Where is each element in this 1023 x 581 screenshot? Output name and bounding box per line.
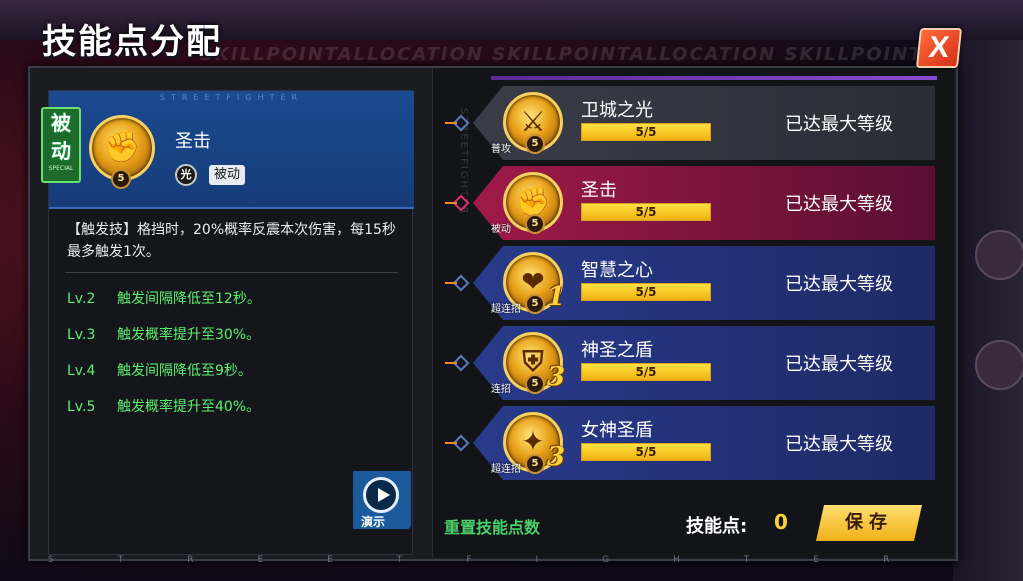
level-effect-item: Lv.4 触发间隔降低至9秒。: [67, 359, 397, 395]
progress-text: 5/5: [635, 285, 657, 299]
skill-kind-label: 超连招: [491, 464, 521, 475]
skill-row[interactable]: ✦ 5 3 超连招 女神圣盾 5/5 已达最大等级: [445, 406, 935, 480]
level-label: Lv.2: [67, 291, 96, 307]
header-strip-text: STREETFIGHTER: [159, 93, 304, 102]
skill-progress-bar: 5/5: [581, 283, 711, 301]
game-screen: 技能点分配 SKILLPOINTALLOCATION SKILLPOINTALL…: [0, 0, 1023, 581]
level-label: Lv.3: [67, 327, 96, 343]
skill-kind-label: 超连招: [491, 304, 521, 315]
skill-kind-label: 普攻: [491, 144, 511, 155]
skill-kind-label: 被动: [491, 224, 511, 235]
skill-status: 已达最大等级: [785, 114, 893, 135]
skill-list-panel: STREETFIGHTER ⚔ 5 普攻 卫城之光 5/5 已达最大等级 ✊ 5…: [432, 68, 954, 558]
passive-tag-sub: SPECIAL: [48, 165, 74, 172]
skill-status: 已达最大等级: [785, 274, 893, 295]
skill-type-badge: 被动: [209, 165, 246, 185]
divider: [65, 272, 398, 273]
skill-points-label: 技能点:: [686, 516, 748, 537]
skill-level-badge: 5: [525, 214, 545, 234]
level-effect-item: Lv.2 触发间隔降低至12秒。: [67, 287, 397, 323]
skill-level-badge: 5: [525, 134, 545, 154]
page-title: 技能点分配: [42, 22, 222, 62]
skill-level-badge: 5: [525, 374, 545, 394]
skill-row[interactable]: ⚔ 5 普攻 卫城之光 5/5 已达最大等级: [445, 86, 935, 160]
skill-row[interactable]: ⛨ 5 3 连招 神圣之盾 5/5 已达最大等级: [445, 326, 935, 400]
level-effect-text: 触发概率提升至40%。: [117, 399, 261, 415]
skill-progress-bar: 5/5: [581, 203, 711, 221]
close-button[interactable]: X: [915, 28, 963, 68]
passive-tag: 被动 SPECIAL: [41, 107, 81, 183]
background-avatar: [975, 340, 1023, 390]
skill-level-badge: 5: [525, 294, 545, 314]
light-element-icon: 光: [175, 164, 197, 186]
combo-number: 1: [547, 282, 566, 312]
level-effect-text: 触发间隔降低至9秒。: [117, 363, 252, 379]
level-effect-item: Lv.3 触发概率提升至30%。: [67, 323, 397, 359]
skill-name: 神圣之盾: [581, 340, 653, 361]
row-tick: [445, 442, 457, 444]
combo-number: 3: [547, 362, 566, 392]
row-tick: [445, 122, 457, 124]
skill-progress-bar: 5/5: [581, 443, 711, 461]
skill-status: 已达最大等级: [785, 434, 893, 455]
play-icon: [363, 477, 399, 513]
skill-points-value: 0: [774, 510, 788, 534]
progress-text: 5/5: [635, 445, 657, 459]
skill-name: 智慧之心: [581, 260, 653, 281]
skill-status: 已达最大等级: [785, 194, 893, 215]
row-tick: [445, 282, 457, 284]
demo-label: 演示: [361, 515, 386, 529]
passive-tag-label: 被动: [51, 111, 71, 163]
level-effect-text: 触发概率提升至30%。: [117, 327, 261, 343]
row-tick: [445, 362, 457, 364]
demo-button[interactable]: 演示: [353, 471, 411, 529]
level-label: Lv.4: [67, 363, 96, 379]
skill-name: 圣击: [175, 131, 211, 152]
progress-text: 5/5: [635, 125, 657, 139]
background-right-panel: [953, 40, 1023, 581]
skill-name: 女神圣盾: [581, 420, 653, 441]
row-tick: [445, 202, 457, 204]
skill-level-badge: 5: [525, 454, 545, 474]
skill-progress-bar: 5/5: [581, 363, 711, 381]
reset-skill-points-link[interactable]: 重置技能点数: [444, 514, 540, 538]
save-button[interactable]: 保存: [816, 505, 922, 541]
skill-detail-header: STREETFIGHTER 被动 SPECIAL ✊ 5 圣击 光 被动: [41, 91, 414, 209]
progress-text: 5/5: [635, 365, 657, 379]
skill-status: 已达最大等级: [785, 354, 893, 375]
background-avatar: [975, 230, 1023, 280]
progress-text: 5/5: [635, 205, 657, 219]
skill-progress-bar: 5/5: [581, 123, 711, 141]
level-effect-text: 触发间隔降低至12秒。: [117, 291, 261, 307]
skill-name: 卫城之光: [581, 100, 653, 121]
skill-row[interactable]: ✊ 5 被动 圣击 5/5 已达最大等级: [445, 166, 935, 240]
list-top-accent: [491, 76, 937, 80]
level-effects-list: Lv.2 触发间隔降低至12秒。 Lv.3 触发概率提升至30%。 Lv.4 触发间隔…: [67, 287, 397, 431]
page-subtitle: SKILLPOINTALLOCATION SKILLPOINTALLOCATIO…: [200, 44, 960, 65]
level-effect-item: Lv.5 触发概率提升至40%。: [67, 395, 397, 431]
skill-kind-label: 连招: [491, 384, 511, 395]
skill-name: 圣击: [581, 180, 617, 201]
skill-detail-panel: STREETFIGHTER 被动 SPECIAL ✊ 5 圣击 光 被动 【触发…: [41, 90, 414, 555]
bottom-strip-text: STREETFIGHTER: [48, 555, 918, 565]
skill-description: 【触发技】格挡时，20%概率反震本次伤害，每15秒最多触发1次。: [67, 222, 396, 260]
skill-row[interactable]: ❤ 5 1 超连招 智慧之心 5/5 已达最大等级: [445, 246, 935, 320]
combo-number: 3: [547, 442, 566, 472]
level-label: Lv.5: [67, 399, 96, 415]
skill-level-badge: 5: [111, 169, 131, 189]
